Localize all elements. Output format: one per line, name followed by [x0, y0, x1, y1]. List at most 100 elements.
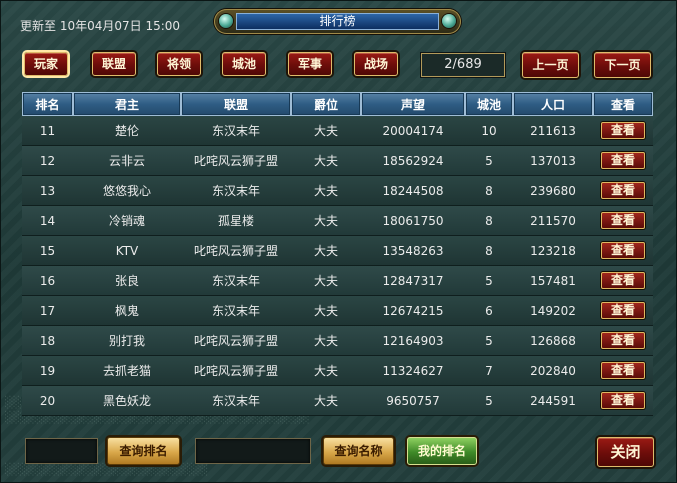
column-header-prestige: 声望	[361, 92, 465, 116]
rank-search-input[interactable]	[25, 438, 98, 464]
cities-cell: 5	[465, 386, 513, 416]
prestige-cell: 11324627	[361, 356, 465, 386]
title-cell: 大夫	[291, 176, 361, 206]
lord-cell: KTV	[73, 236, 181, 266]
view-button[interactable]: 查看	[601, 212, 645, 229]
view-cell: 查看	[593, 356, 653, 386]
view-cell: 查看	[593, 236, 653, 266]
view-button[interactable]: 查看	[601, 182, 645, 199]
population-cell: 211613	[513, 116, 593, 146]
tab-military[interactable]: 军事	[288, 52, 332, 76]
lord-cell: 张良	[73, 266, 181, 296]
cities-cell: 8	[465, 236, 513, 266]
population-cell: 157481	[513, 266, 593, 296]
my-rank-button[interactable]: 我的排名	[407, 437, 477, 465]
view-cell: 查看	[593, 326, 653, 356]
view-button[interactable]: 查看	[601, 242, 645, 259]
prestige-cell: 12164903	[361, 326, 465, 356]
population-cell: 123218	[513, 236, 593, 266]
rank-cell: 16	[22, 266, 73, 296]
search-rank-button[interactable]: 查询排名	[107, 437, 180, 465]
column-header-population: 人口	[513, 92, 593, 116]
table-row: 12 云非云 叱咤风云狮子盟 大夫 18562924 5 137013 查看	[22, 146, 653, 176]
tab-battlefield[interactable]: 战场	[354, 52, 398, 76]
table-row: 11 楚伦 东汉末年 大夫 20004174 10 211613 查看	[22, 116, 653, 146]
page-indicator: 2/689	[421, 53, 505, 77]
tab-player[interactable]: 玩家	[24, 52, 68, 76]
table-row: 13 悠悠我心 东汉末年 大夫 18244508 8 239680 查看	[22, 176, 653, 206]
next-page-button[interactable]: 下一页	[594, 52, 651, 78]
title-cell: 大夫	[291, 206, 361, 236]
view-button[interactable]: 查看	[601, 122, 645, 139]
prestige-cell: 9650757	[361, 386, 465, 416]
orb-ornament-icon	[219, 14, 233, 28]
rank-cell: 19	[22, 356, 73, 386]
rank-cell: 13	[22, 176, 73, 206]
view-button[interactable]: 查看	[601, 332, 645, 349]
title-cell: 大夫	[291, 266, 361, 296]
table-row: 14 冷销魂 孤星楼 大夫 18061750 8 211570 查看	[22, 206, 653, 236]
close-button[interactable]: 关闭	[597, 437, 654, 467]
alliance-cell: 叱咤风云狮子盟	[181, 326, 291, 356]
table-header-row: 排名 君主 联盟 爵位 声望 城池 人口 查看	[22, 92, 653, 116]
population-cell: 211570	[513, 206, 593, 236]
ranking-table: 排名 君主 联盟 爵位 声望 城池 人口 查看 11 楚伦 东汉末年 大夫 200041…	[22, 92, 653, 416]
lord-cell: 黑色妖龙	[73, 386, 181, 416]
population-cell: 239680	[513, 176, 593, 206]
alliance-cell: 东汉末年	[181, 176, 291, 206]
column-header-cities: 城池	[465, 92, 513, 116]
prev-page-button[interactable]: 上一页	[522, 52, 579, 78]
alliance-cell: 叱咤风云狮子盟	[181, 146, 291, 176]
view-cell: 查看	[593, 146, 653, 176]
tab-alliance[interactable]: 联盟	[92, 52, 136, 76]
prestige-cell: 12674215	[361, 296, 465, 326]
cities-cell: 5	[465, 146, 513, 176]
alliance-cell: 叱咤风云狮子盟	[181, 356, 291, 386]
prestige-cell: 18244508	[361, 176, 465, 206]
prestige-cell: 20004174	[361, 116, 465, 146]
column-header-view: 查看	[593, 92, 653, 116]
alliance-cell: 东汉末年	[181, 296, 291, 326]
view-button[interactable]: 查看	[601, 362, 645, 379]
alliance-cell: 东汉末年	[181, 386, 291, 416]
table-row: 15 KTV 叱咤风云狮子盟 大夫 13548263 8 123218 查看	[22, 236, 653, 266]
lord-cell: 别打我	[73, 326, 181, 356]
view-button[interactable]: 查看	[601, 152, 645, 169]
tab-city[interactable]: 城池	[222, 52, 266, 76]
alliance-cell: 叱咤风云狮子盟	[181, 236, 291, 266]
lord-cell: 去抓老猫	[73, 356, 181, 386]
population-cell: 126868	[513, 326, 593, 356]
cities-cell: 6	[465, 296, 513, 326]
title-cell: 大夫	[291, 116, 361, 146]
page-title: 排行榜	[236, 13, 439, 30]
view-button[interactable]: 查看	[601, 302, 645, 319]
orb-ornament-icon	[442, 14, 456, 28]
alliance-cell: 孤星楼	[181, 206, 291, 236]
view-button[interactable]: 查看	[601, 392, 645, 409]
rank-cell: 18	[22, 326, 73, 356]
view-cell: 查看	[593, 266, 653, 296]
rank-cell: 11	[22, 116, 73, 146]
lord-cell: 冷销魂	[73, 206, 181, 236]
view-cell: 查看	[593, 386, 653, 416]
column-header-rank: 排名	[22, 92, 73, 116]
population-cell: 244591	[513, 386, 593, 416]
view-button[interactable]: 查看	[601, 272, 645, 289]
table-row: 18 别打我 叱咤风云狮子盟 大夫 12164903 5 126868 查看	[22, 326, 653, 356]
cities-cell: 5	[465, 266, 513, 296]
title-cell: 大夫	[291, 236, 361, 266]
search-name-button[interactable]: 查询名称	[323, 437, 394, 465]
cities-cell: 8	[465, 206, 513, 236]
alliance-cell: 东汉末年	[181, 266, 291, 296]
name-search-input[interactable]	[195, 438, 311, 464]
rank-cell: 12	[22, 146, 73, 176]
table-row: 17 枫鬼 东汉末年 大夫 12674215 6 149202 查看	[22, 296, 653, 326]
lord-cell: 云非云	[73, 146, 181, 176]
alliance-cell: 东汉末年	[181, 116, 291, 146]
table-row: 16 张良 东汉末年 大夫 12847317 5 157481 查看	[22, 266, 653, 296]
view-cell: 查看	[593, 206, 653, 236]
tab-general[interactable]: 将领	[157, 52, 201, 76]
column-header-alliance: 联盟	[181, 92, 291, 116]
population-cell: 149202	[513, 296, 593, 326]
view-cell: 查看	[593, 176, 653, 206]
